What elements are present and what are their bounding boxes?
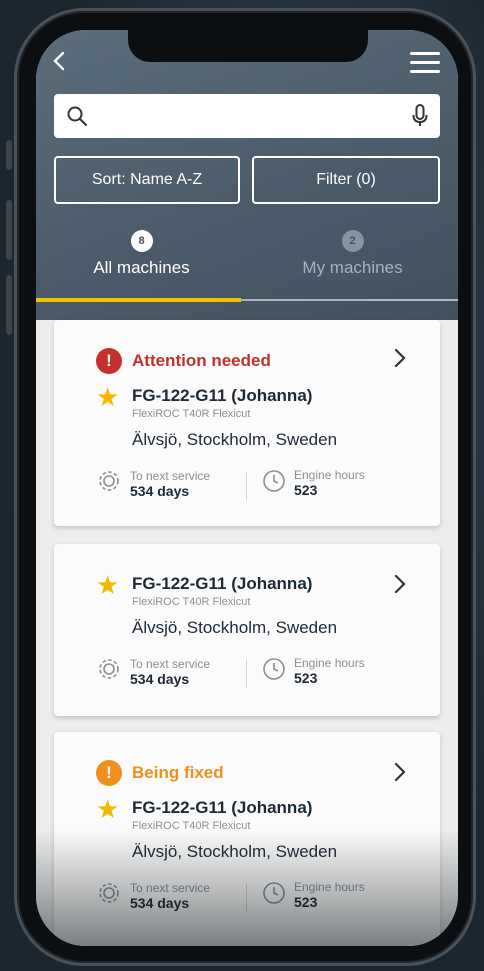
stat-label: To next service [130, 468, 211, 483]
stat-label: Engine hours [294, 880, 365, 894]
status-being-fixed: ! Being fixed [96, 760, 224, 786]
stat-value: 534 days [130, 670, 190, 687]
tab-label: All machines [93, 258, 190, 277]
engine-hours-stat: Engine hours 523 [262, 656, 365, 686]
next-service-stat: To next service 534 days [96, 656, 210, 687]
chevron-left-icon[interactable] [52, 50, 66, 75]
stat-value: 523 [294, 482, 318, 498]
machine-model: FlexiROC T40R Flexicut [132, 596, 251, 608]
search-bar[interactable] [54, 94, 440, 138]
stat-value: 534 days [130, 482, 190, 499]
chevron-right-icon[interactable] [394, 762, 406, 788]
alert-icon: ! [96, 760, 122, 786]
count-badge: 8 [130, 230, 153, 252]
star-icon[interactable]: ★ [96, 572, 119, 598]
machine-name: FG-122-G11 (Johanna) [132, 574, 313, 593]
machine-location: Älvsjö, Stockholm, Sweden [132, 430, 338, 449]
divider [246, 660, 247, 688]
sort-button[interactable]: Sort: Name A-Z [54, 156, 240, 204]
machine-name: FG-122-G11 (Johanna) [132, 798, 313, 817]
machine-location: Älvsjö, Stockholm, Sweden [132, 618, 338, 637]
machine-name: FG-122-G11 (Johanna) [132, 386, 313, 405]
engine-hours-stat: Engine hours 523 [262, 468, 365, 498]
phone-side-button [6, 200, 12, 260]
clock-icon [262, 881, 286, 910]
stat-value: 523 [294, 894, 318, 910]
machine-card[interactable]: ★ FG-122-G11 (Johanna) FlexiROC T40R Fle… [54, 544, 440, 716]
microphone-icon[interactable] [412, 104, 428, 133]
gear-icon [96, 880, 122, 911]
gear-icon [96, 656, 122, 687]
next-service-stat: To next service 534 days [96, 468, 210, 499]
status-label: Being fixed [132, 763, 224, 782]
divider [246, 472, 247, 500]
phone-notch [128, 30, 368, 62]
stat-label: Engine hours [294, 468, 365, 482]
tab-label: My machines [302, 258, 403, 277]
gear-icon [96, 468, 122, 499]
clock-icon [262, 469, 286, 498]
phone-side-button [6, 275, 12, 335]
status-label: Attention needed [132, 351, 271, 370]
machine-card[interactable]: ! Being fixed ★ FG-122-G11 (Johanna) Fle… [54, 732, 440, 946]
chevron-right-icon[interactable] [394, 348, 406, 374]
search-input[interactable] [98, 94, 398, 138]
filter-button[interactable]: Filter (0) [252, 156, 440, 204]
count-badge: 2 [341, 230, 364, 252]
alert-icon: ! [96, 348, 122, 374]
status-attention: ! Attention needed [96, 348, 271, 374]
stat-value: 523 [294, 670, 318, 686]
tab-underline [241, 299, 458, 301]
machine-location: Älvsjö, Stockholm, Sweden [132, 842, 338, 861]
star-icon[interactable]: ★ [96, 384, 119, 410]
stat-label: To next service [130, 656, 211, 671]
machine-model: FlexiROC T40R Flexicut [132, 408, 251, 420]
stat-label: Engine hours [294, 656, 365, 670]
next-service-stat: To next service 534 days [96, 880, 210, 911]
chevron-right-icon[interactable] [394, 574, 406, 600]
machine-card[interactable]: ! Attention needed ★ FG-122-G11 (Johanna… [54, 320, 440, 526]
tab-all-machines[interactable]: 8 All machines [36, 230, 247, 278]
star-icon[interactable]: ★ [96, 796, 119, 822]
phone-side-button [6, 140, 12, 170]
clock-icon [262, 657, 286, 686]
active-tab-indicator [36, 298, 241, 302]
header-panel: Sort: Name A-Z Filter (0) 8 All machines… [36, 30, 458, 320]
app-screen: Sort: Name A-Z Filter (0) 8 All machines… [36, 30, 458, 946]
hamburger-menu-icon[interactable] [410, 52, 440, 73]
machine-model: FlexiROC T40R Flexicut [132, 820, 251, 832]
tab-my-machines[interactable]: 2 My machines [247, 230, 458, 278]
search-icon[interactable] [66, 105, 88, 132]
stat-label: To next service [130, 880, 211, 895]
stat-value: 534 days [130, 894, 190, 911]
engine-hours-stat: Engine hours 523 [262, 880, 365, 910]
divider [246, 884, 247, 912]
